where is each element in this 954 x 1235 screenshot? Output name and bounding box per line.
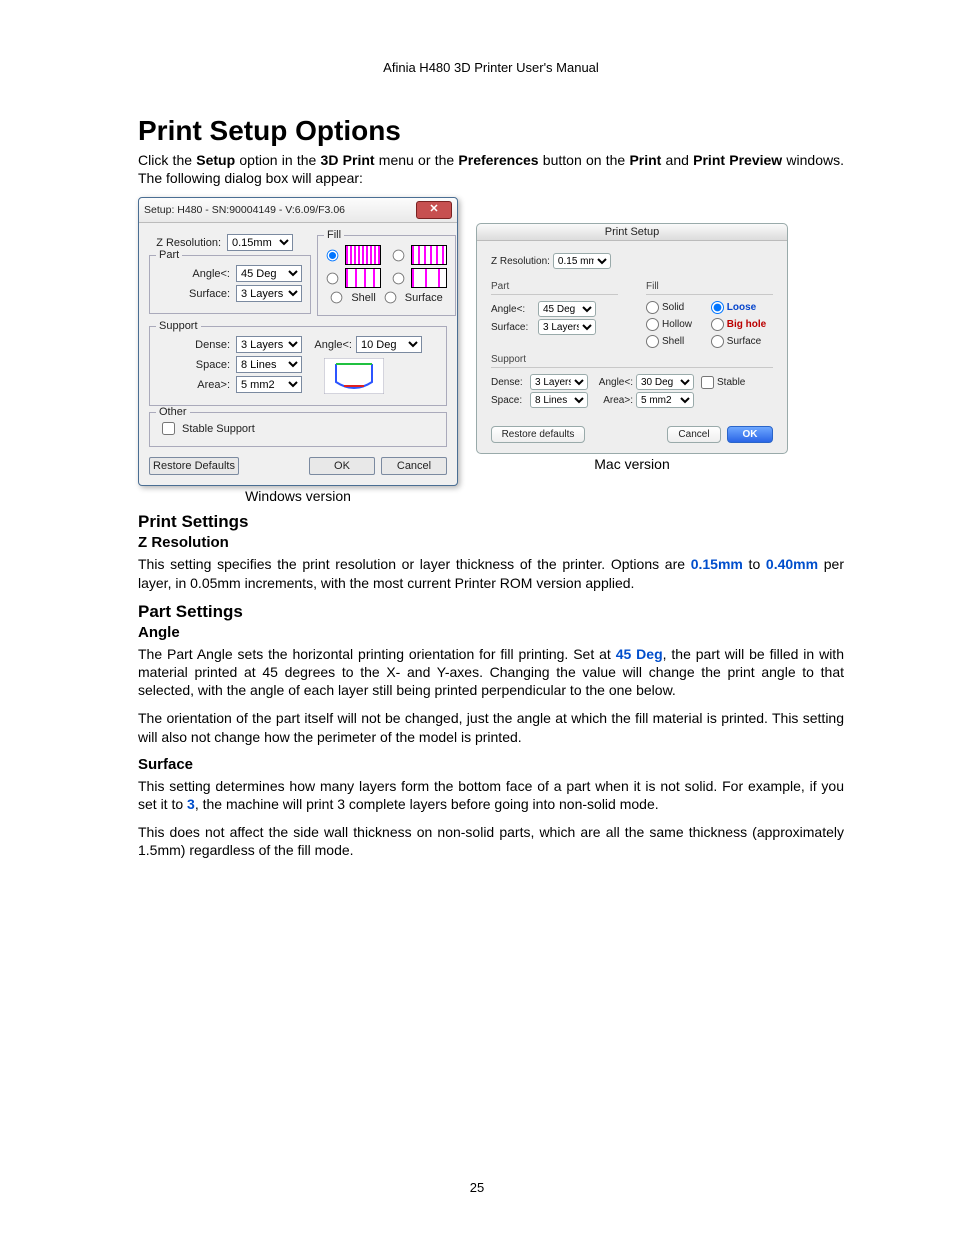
mac-stable-checkbox[interactable] <box>701 376 714 389</box>
mac-sup-angle-label: Angle<: <box>591 377 633 388</box>
angle-heading: Angle <box>138 624 844 641</box>
mac-ok-button[interactable]: OK <box>727 426 773 443</box>
mac-fill-solid[interactable] <box>646 301 659 314</box>
fill-loose-icon <box>345 268 381 288</box>
fill-surface-label: Surface <box>405 292 443 304</box>
mac-zres-label: Z Resolution: <box>491 256 550 267</box>
zres-select[interactable]: 0.15mm <box>227 234 293 251</box>
mac-fill-hollow[interactable] <box>646 318 659 331</box>
mac-surface-label: Surface: <box>491 322 535 333</box>
windows-caption: Windows version <box>138 488 458 504</box>
space-select[interactable]: 8 Lines <box>236 356 302 373</box>
mac-dense-select[interactable]: 3 Layers <box>530 374 588 390</box>
mac-dialog: Print Setup Z Resolution: 0.15 mm Part A… <box>476 223 788 454</box>
stable-support-checkbox[interactable] <box>162 422 175 435</box>
dense-label: Dense: <box>158 339 230 351</box>
mac-fill-shell[interactable] <box>646 335 659 348</box>
angle-select[interactable]: 45 Deg <box>236 265 302 282</box>
fill-shell-label: Shell <box>351 292 375 304</box>
mac-fill-bighole[interactable] <box>711 318 724 331</box>
mac-fill-surface[interactable] <box>711 335 724 348</box>
support-cup-icon <box>324 358 384 394</box>
area-select[interactable]: 5 mm2 <box>236 376 302 393</box>
mac-surface-select[interactable]: 3 Layers <box>538 319 596 335</box>
zres-label: Z Resolution: <box>149 237 221 249</box>
group-fill: Fill <box>324 229 344 241</box>
mac-dense-label: Dense: <box>491 377 527 388</box>
area-label: Area>: <box>158 379 230 391</box>
sup-angle-label: Angle<: <box>308 339 352 351</box>
fill-dense-icon <box>345 245 381 265</box>
mac-cancel-button[interactable]: Cancel <box>667 426 721 443</box>
mac-space-label: Space: <box>491 395 527 406</box>
mac-angle-label: Angle<: <box>491 304 535 315</box>
angle-paragraph-1: The Part Angle sets the horizontal print… <box>138 645 844 700</box>
surface-heading: Surface <box>138 756 844 773</box>
mac-group-part: Part <box>491 281 618 292</box>
group-support: Support <box>156 320 201 332</box>
mac-space-select[interactable]: 8 Lines <box>530 392 588 408</box>
fill-xloose-icon <box>411 268 447 288</box>
windows-dialog: Setup: H480 - SN:90004149 - V:6.09/F3.06… <box>138 197 458 486</box>
fill-shell-radio[interactable] <box>331 292 343 304</box>
angle-paragraph-2: The orientation of the part itself will … <box>138 709 844 745</box>
sup-angle-select[interactable]: 10 Deg <box>356 336 422 353</box>
close-button[interactable]: ✕ <box>416 201 452 219</box>
intro-paragraph: Click the Setup option in the 3D Print m… <box>138 151 844 187</box>
ok-button[interactable]: OK <box>309 457 375 475</box>
zres-paragraph: This setting specifies the print resolut… <box>138 555 844 591</box>
dense-select[interactable]: 3 Layers <box>236 336 302 353</box>
mac-group-support: Support <box>491 354 773 365</box>
page-number: 25 <box>0 1180 954 1195</box>
zres-heading: Z Resolution <box>138 534 844 551</box>
part-settings-heading: Part Settings <box>138 602 844 622</box>
mac-stable-label: Stable <box>717 377 745 388</box>
angle-label: Angle<: <box>158 268 230 280</box>
page-title: Print Setup Options <box>138 115 844 147</box>
group-part: Part <box>156 249 182 261</box>
mac-fill-loose[interactable] <box>711 301 724 314</box>
mac-area-label: Area>: <box>591 395 633 406</box>
surface-paragraph-2: This does not affect the side wall thick… <box>138 823 844 859</box>
surface-label: Surface: <box>158 288 230 300</box>
mac-title: Print Setup <box>477 224 787 241</box>
fill-surface-radio[interactable] <box>384 292 396 304</box>
surface-paragraph-1: This setting determines how many layers … <box>138 777 844 813</box>
surface-select[interactable]: 3 Layers <box>236 285 302 302</box>
mac-sup-angle-select[interactable]: 30 Deg <box>636 374 694 390</box>
restore-defaults-button[interactable]: Restore Defaults <box>149 457 239 475</box>
page-header: Afinia H480 3D Printer User's Manual <box>138 60 844 75</box>
mac-angle-select[interactable]: 45 Deg <box>538 301 596 317</box>
mac-zres-select[interactable]: 0.15 mm <box>553 253 611 269</box>
win-title: Setup: H480 - SN:90004149 - V:6.09/F3.06 <box>144 204 345 216</box>
cancel-button[interactable]: Cancel <box>381 457 447 475</box>
mac-restore-button[interactable]: Restore defaults <box>491 426 585 443</box>
group-other: Other <box>156 406 190 418</box>
space-label: Space: <box>158 359 230 371</box>
mac-area-select[interactable]: 5 mm2 <box>636 392 694 408</box>
fill-opt-1[interactable] <box>327 250 339 262</box>
fill-med-icon <box>411 245 447 265</box>
fill-opt-4[interactable] <box>393 273 405 285</box>
print-settings-heading: Print Settings <box>138 512 844 532</box>
mac-group-fill: Fill <box>646 281 773 292</box>
fill-opt-3[interactable] <box>327 273 339 285</box>
mac-caption: Mac version <box>476 456 788 472</box>
stable-support-label: Stable Support <box>182 423 255 435</box>
fill-opt-2[interactable] <box>393 250 405 262</box>
